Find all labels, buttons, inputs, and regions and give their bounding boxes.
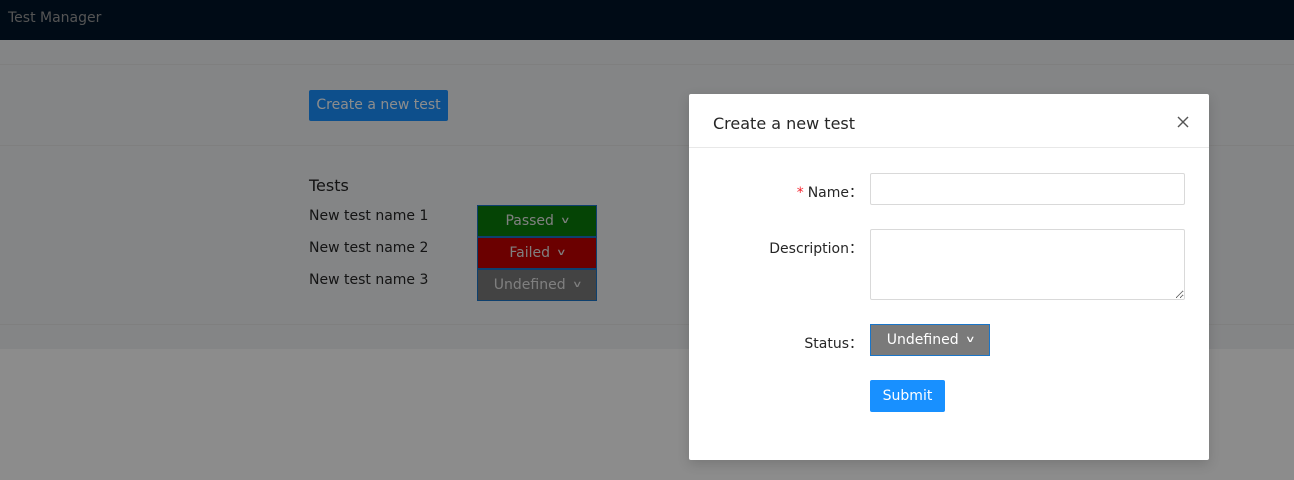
modal-status-dropdown[interactable]: Undefined ∨ <box>870 324 990 356</box>
name-input[interactable] <box>870 173 1185 205</box>
modal-header: Create a new test <box>689 94 1209 148</box>
status-label: Status： <box>804 336 863 352</box>
status-value: Undefined <box>886 332 959 348</box>
create-test-modal: Create a new test * Name： Description： St… <box>689 94 1209 460</box>
modal-title: Create a new test <box>713 114 856 133</box>
description-label: Description： <box>769 241 863 257</box>
required-marker: * <box>796 185 804 201</box>
description-textarea[interactable] <box>870 229 1185 300</box>
name-label: * Name： <box>796 185 863 201</box>
chevron-down-icon: ∨ <box>964 335 976 345</box>
close-icon[interactable] <box>1175 114 1191 130</box>
submit-button[interactable]: Submit <box>870 380 945 412</box>
